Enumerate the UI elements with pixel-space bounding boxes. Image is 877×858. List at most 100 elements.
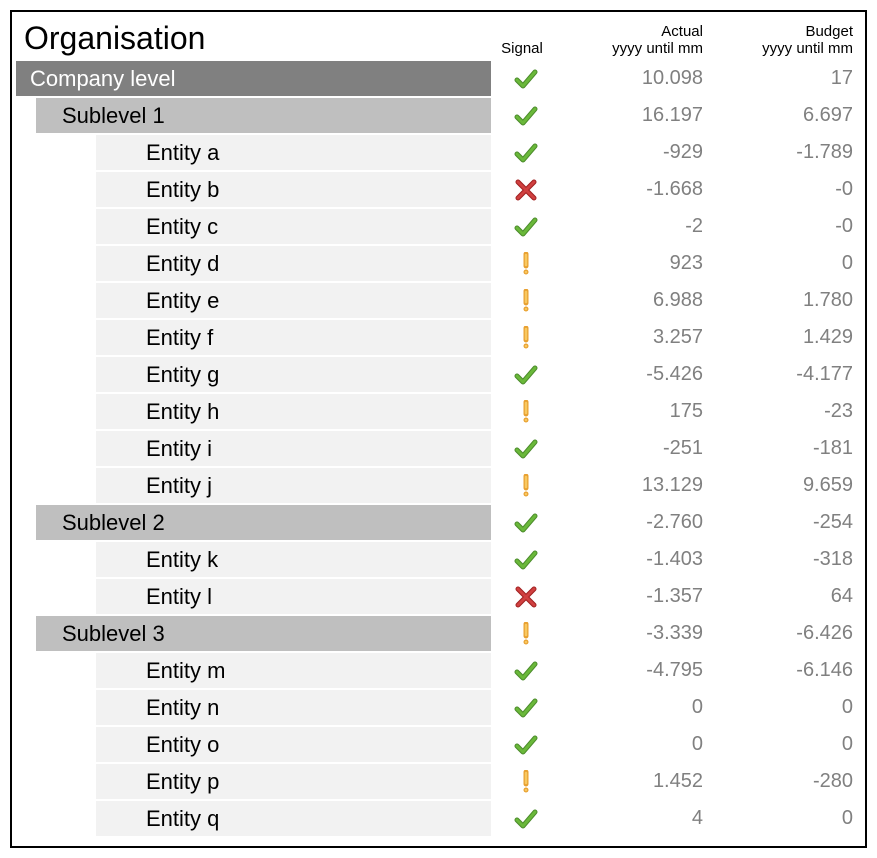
row-label: Entity a [96, 135, 491, 170]
warning-icon [491, 326, 561, 350]
check-icon [491, 548, 561, 572]
row-label-cell: Sublevel 2 [16, 505, 491, 540]
row-label-cell: Entity g [16, 357, 491, 392]
cross-icon [491, 585, 561, 609]
column-header-actual-line1: Actual [661, 23, 703, 40]
table-row[interactable]: Company level10.09817 [16, 61, 861, 96]
budget-value: 0 [711, 733, 861, 756]
row-label: Entity l [96, 579, 491, 614]
table-row[interactable]: Entity g-5.426-4.177 [16, 357, 861, 392]
row-label: Entity c [96, 209, 491, 244]
actual-value: -2 [561, 215, 711, 238]
table-row[interactable]: Entity f3.2571.429 [16, 320, 861, 355]
table-row[interactable]: Entity j13.1299.659 [16, 468, 861, 503]
table-row[interactable]: Entity q 40 [16, 801, 861, 836]
check-icon [491, 659, 561, 683]
table-row[interactable]: Entity k-1.403-318 [16, 542, 861, 577]
actual-value: 6.988 [561, 289, 711, 312]
row-label-cell: Entity b [16, 172, 491, 207]
table-row[interactable]: Entity h175-23 [16, 394, 861, 429]
budget-value: -0 [711, 178, 861, 201]
column-header-budget-line1: Budget [805, 23, 853, 40]
actual-value: 0 [561, 733, 711, 756]
row-label: Entity n [96, 690, 491, 725]
check-icon [491, 696, 561, 720]
row-label: Sublevel 3 [36, 616, 491, 651]
row-label: Company level [16, 61, 491, 96]
column-header-budget-line2: yyyy until mm [762, 40, 853, 57]
row-label-cell: Entity i [16, 431, 491, 466]
column-header-actual-line2: yyyy until mm [612, 40, 703, 57]
check-icon [491, 807, 561, 831]
budget-value: 9.659 [711, 474, 861, 497]
actual-value: -4.795 [561, 659, 711, 682]
row-label-cell: Entity p [16, 764, 491, 799]
budget-value: -280 [711, 770, 861, 793]
row-label-cell: Entity k [16, 542, 491, 577]
check-icon [491, 104, 561, 128]
row-label: Sublevel 2 [36, 505, 491, 540]
row-label: Entity b [96, 172, 491, 207]
row-label: Entity k [96, 542, 491, 577]
row-label: Entity h [96, 394, 491, 429]
row-label-cell: Company level [16, 61, 491, 96]
table-row[interactable]: Entity l-1.35764 [16, 579, 861, 614]
row-label: Entity d [96, 246, 491, 281]
actual-value: 4 [561, 807, 711, 830]
table-row[interactable]: Entity e 6.9881.780 [16, 283, 861, 318]
table-row[interactable]: Entity a-929-1.789 [16, 135, 861, 170]
warning-icon [491, 770, 561, 794]
table-row[interactable]: Sublevel 3-3.339-6.426 [16, 616, 861, 651]
row-label-cell: Entity d [16, 246, 491, 281]
check-icon [491, 215, 561, 239]
budget-value: 0 [711, 807, 861, 830]
table-row[interactable]: Sublevel 2-2.760-254 [16, 505, 861, 540]
budget-value: 0 [711, 252, 861, 275]
table-row[interactable]: Sublevel 116.1976.697 [16, 98, 861, 133]
row-label: Entity i [96, 431, 491, 466]
budget-value: 17 [711, 67, 861, 90]
check-icon [491, 437, 561, 461]
table-row[interactable]: Entity i-251-181 [16, 431, 861, 466]
actual-value: -2.760 [561, 511, 711, 534]
row-label-cell: Entity c [16, 209, 491, 244]
row-label: Entity m [96, 653, 491, 688]
column-header-budget: Budget yyyy until mm [711, 23, 861, 57]
budget-value: -181 [711, 437, 861, 460]
check-icon [491, 67, 561, 91]
actual-value: -1.357 [561, 585, 711, 608]
actual-value: 13.129 [561, 474, 711, 497]
table-row[interactable]: Entity c -2-0 [16, 209, 861, 244]
cross-icon [491, 178, 561, 202]
row-label-cell: Entity l [16, 579, 491, 614]
warning-icon [491, 252, 561, 276]
actual-value: 1.452 [561, 770, 711, 793]
table-row[interactable]: Entity p 1.452-280 [16, 764, 861, 799]
row-label: Sublevel 1 [36, 98, 491, 133]
table-row[interactable]: Entity m-4.795-6.146 [16, 653, 861, 688]
budget-value: -23 [711, 400, 861, 423]
actual-value: -1.668 [561, 178, 711, 201]
row-label: Entity q [96, 801, 491, 836]
table-row[interactable]: Entity o00 [16, 727, 861, 762]
budget-value: -0 [711, 215, 861, 238]
budget-value: 1.780 [711, 289, 861, 312]
row-label-cell: Entity q [16, 801, 491, 836]
table-row[interactable]: Entity n00 [16, 690, 861, 725]
row-label: Entity f [96, 320, 491, 355]
actual-value: -3.339 [561, 622, 711, 645]
budget-value: -318 [711, 548, 861, 571]
row-label-cell: Entity n [16, 690, 491, 725]
rows-container: Company level10.09817Sublevel 116.1976.6… [16, 61, 861, 836]
row-label-cell: Entity f [16, 320, 491, 355]
check-icon [491, 141, 561, 165]
row-label: Entity p [96, 764, 491, 799]
report-container: Organisation Signal Actual yyyy until mm… [10, 10, 867, 848]
row-label-cell: Entity e [16, 283, 491, 318]
row-label-cell: Entity h [16, 394, 491, 429]
table-row[interactable]: Entity d9230 [16, 246, 861, 281]
budget-value: -1.789 [711, 141, 861, 164]
actual-value: -5.426 [561, 363, 711, 386]
table-row[interactable]: Entity b -1.668-0 [16, 172, 861, 207]
budget-value: 6.697 [711, 104, 861, 127]
